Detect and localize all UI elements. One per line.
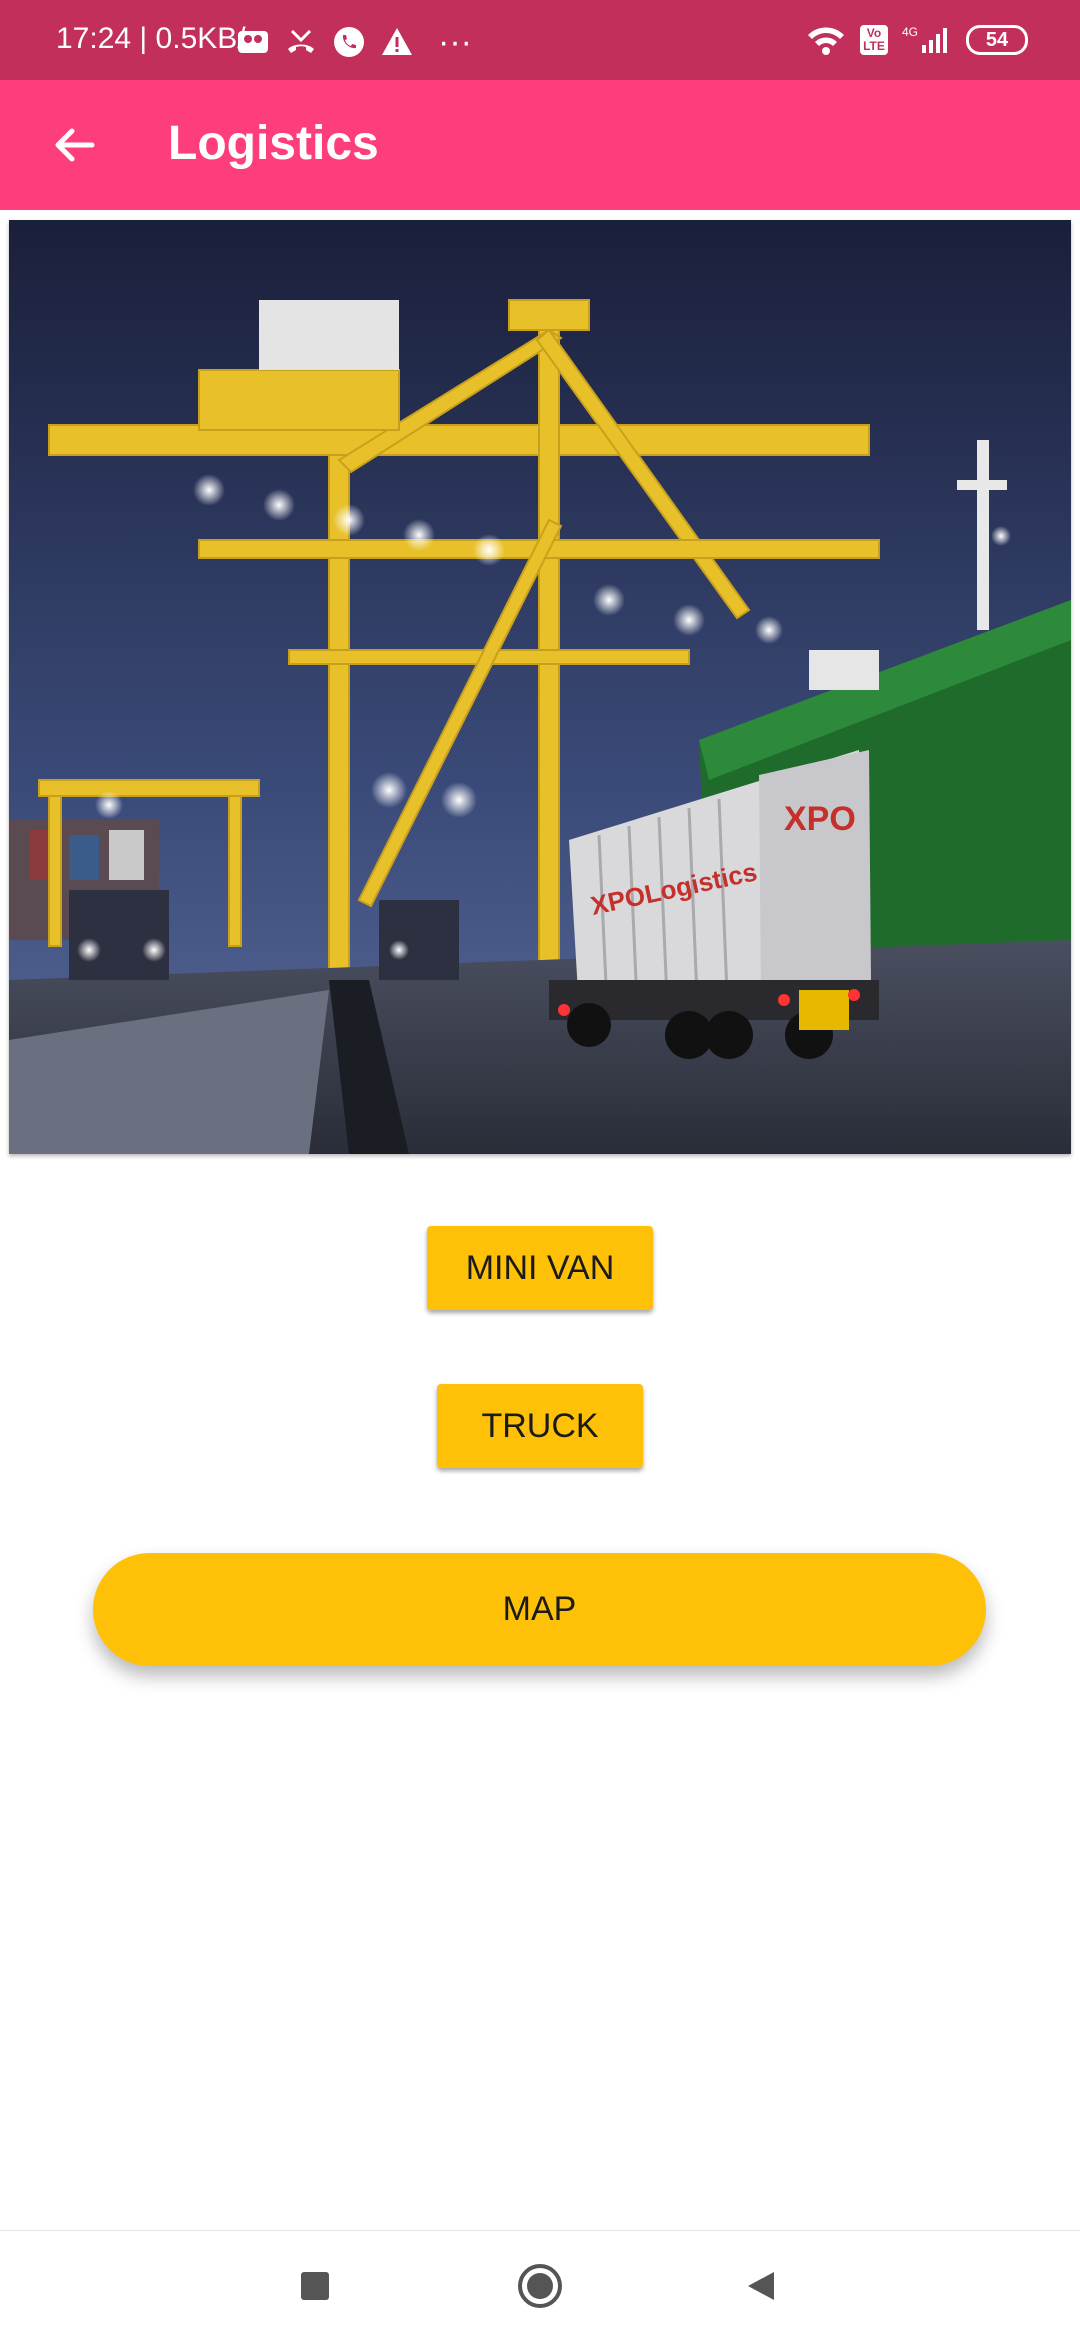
wifi-icon — [807, 27, 844, 55]
app-bar: Logistics — [0, 80, 1080, 210]
battery-level: 54 — [985, 28, 1009, 51]
map-label: MAP — [502, 1590, 577, 1628]
back-button[interactable] — [36, 107, 112, 183]
container-logo-text: XPO — [784, 800, 856, 838]
network-type: 4G — [901, 25, 918, 39]
missed-call-icon — [288, 29, 314, 53]
nav-back-button[interactable] — [716, 2231, 806, 2341]
truck-button[interactable]: TRUCK — [437, 1384, 643, 1468]
triangle-back-icon — [748, 2272, 774, 2300]
notification-icons: ··· — [236, 22, 472, 62]
clock: 17:24 — [56, 22, 132, 55]
mini-van-button[interactable]: MINI VAN — [427, 1226, 653, 1310]
system-icons: Vo LTE 4G 54 — [806, 20, 1028, 60]
page-title: Logistics — [168, 117, 379, 170]
status-time: 17:24 | 0.5KB/s — [56, 22, 261, 55]
more-notifications-icon: ··· — [438, 23, 472, 61]
recents-button[interactable] — [270, 2231, 360, 2341]
home-button[interactable] — [495, 2231, 585, 2341]
square-icon — [301, 2272, 329, 2300]
system-nav-bar — [0, 2230, 1080, 2341]
port-logistics-illustration: XPOLogistics XPO — [9, 220, 1071, 1154]
video-notification-icon — [238, 31, 268, 53]
phone-call-icon — [334, 27, 364, 57]
status-bar: 17:24 | 0.5KB/s ··· Vo LTE 4G 54 — [0, 0, 1080, 80]
circle-icon — [518, 2264, 562, 2308]
battery-icon: 54 — [966, 25, 1028, 55]
map-button[interactable]: MAP — [93, 1553, 986, 1666]
hero-image: XPOLogistics XPO — [9, 220, 1071, 1154]
arrow-back-icon — [55, 128, 95, 162]
volte-icon: Vo LTE — [859, 25, 888, 55]
truck-label: TRUCK — [481, 1406, 599, 1445]
mini-van-label: MINI VAN — [465, 1248, 615, 1287]
warning-icon — [382, 28, 412, 55]
signal-icon — [922, 28, 947, 53]
